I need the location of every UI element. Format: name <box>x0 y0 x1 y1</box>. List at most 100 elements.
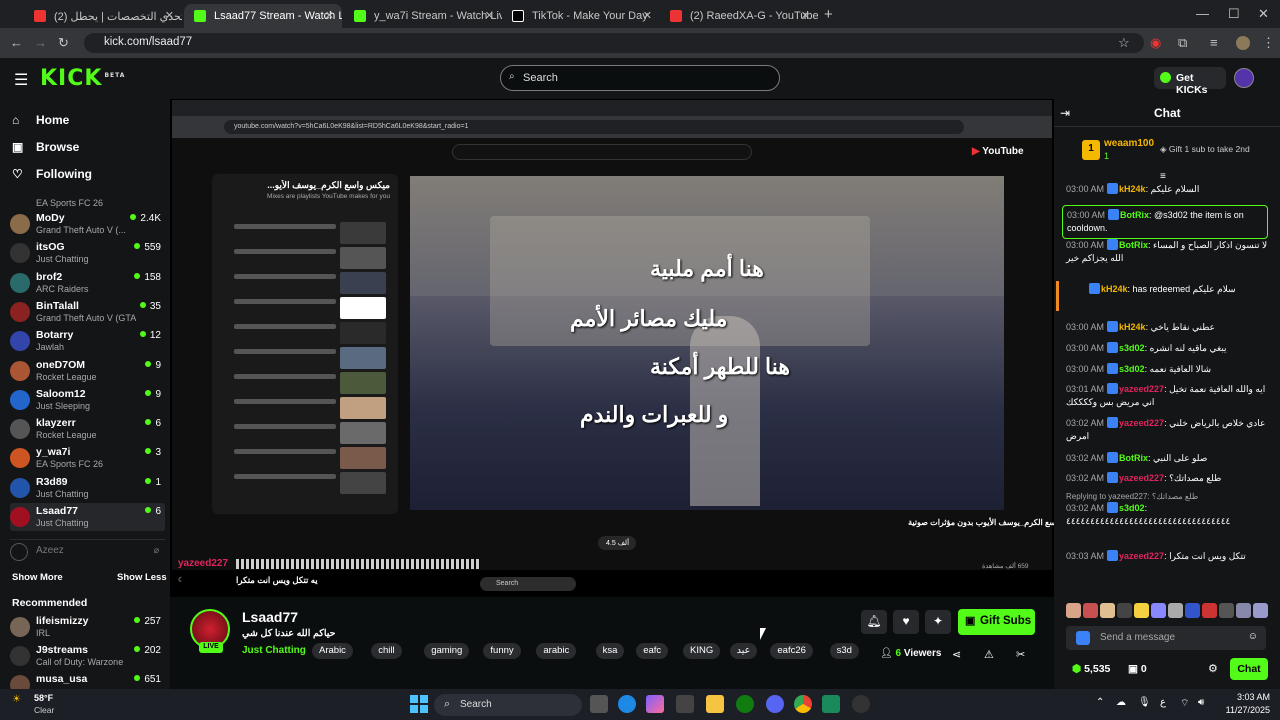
url-input[interactable]: kick.com/lsaad77 <box>84 33 1144 53</box>
hamburger-menu-icon[interactable]: ☰ <box>14 70 28 90</box>
chrome-icon[interactable] <box>794 695 812 713</box>
message-username[interactable]: kH24k <box>1119 322 1146 332</box>
maximize-icon[interactable]: ☐ <box>1228 6 1240 22</box>
share-icon[interactable]: ⋖ <box>952 648 961 661</box>
emote-icon[interactable] <box>1202 603 1217 618</box>
search-input[interactable]: ⌕ Search <box>500 65 780 91</box>
stream-tag[interactable]: عيد <box>729 643 758 659</box>
gift-subs-button[interactable]: ▣ Gift Subs <box>958 609 1035 635</box>
message-username[interactable]: yazeed227 <box>1119 473 1164 483</box>
more-actions-button[interactable]: ✦ <box>925 610 951 634</box>
sidebar-channel-brof2[interactable]: brof2 ARC Raiders 158 <box>10 269 165 297</box>
emote-icon[interactable] <box>1253 603 1268 618</box>
wifi-icon[interactable]: ⌔ <box>1180 697 1189 710</box>
emote-icon[interactable] <box>1117 603 1132 618</box>
settings-icon[interactable] <box>852 695 870 713</box>
user-avatar[interactable] <box>1234 68 1254 88</box>
forward-icon[interactable]: → <box>34 35 47 50</box>
bookmark-star-icon[interactable]: ☆ <box>1118 35 1130 51</box>
message-username[interactable]: BotRix <box>1120 210 1149 220</box>
message-username[interactable]: yazeed227 <box>1119 418 1164 428</box>
emote-icon[interactable] <box>1083 603 1098 618</box>
chat-input[interactable]: Send a message ☺ <box>1066 626 1266 650</box>
emote-icon[interactable] <box>1066 603 1081 618</box>
emote-icon[interactable] <box>1185 603 1200 618</box>
mic-icon[interactable]: 🎙︎ <box>1138 697 1151 708</box>
tray-chevron-icon[interactable]: ⌃ <box>1096 697 1104 708</box>
follow-button[interactable]: ♥ <box>893 610 919 634</box>
emote-icon[interactable] <box>1100 603 1115 618</box>
nav-following[interactable]: ♡ Following <box>12 167 92 181</box>
browser-tab-3[interactable]: y_wa7i Stream - Watch Live on✕ <box>344 4 502 28</box>
media-icon[interactable]: ≡ <box>1210 35 1218 50</box>
get-kicks-button[interactable]: Get KICKs <box>1154 67 1226 96</box>
volume-icon[interactable]: 🔊︎ <box>1198 697 1204 708</box>
minimize-icon[interactable]: — <box>1196 6 1209 21</box>
menu-dots-icon[interactable]: ⋮ <box>1262 35 1275 51</box>
close-icon[interactable]: ✕ <box>165 9 174 22</box>
stream-tag[interactable]: KING <box>683 643 721 659</box>
emote-icon[interactable] <box>1168 603 1183 618</box>
stream-tag[interactable]: funny <box>483 643 521 659</box>
channel-name[interactable]: Lsaad77 <box>242 609 298 625</box>
sidebar-channel-bintalall[interactable]: BinTalall Grand Theft Auto V (GTA) 35 <box>10 298 165 326</box>
message-username[interactable]: s3d02 <box>1119 343 1145 353</box>
store-icon[interactable] <box>676 695 694 713</box>
close-icon[interactable]: ✕ <box>801 9 810 22</box>
emote-icon[interactable] <box>1236 603 1251 618</box>
profile-avatar[interactable] <box>1236 36 1250 50</box>
sidebar-channel-itsog[interactable]: itsOG Just Chatting 559 <box>10 239 165 267</box>
new-tab-icon[interactable]: + <box>824 6 833 23</box>
close-icon[interactable]: ✕ <box>485 9 494 22</box>
message-username[interactable]: kH24k <box>1119 184 1146 194</box>
stream-tag[interactable]: s3d <box>829 643 859 659</box>
message-username[interactable]: kH24k <box>1101 284 1128 294</box>
puzzle-icon[interactable]: ⧉ <box>1178 35 1187 51</box>
stream-tag[interactable]: Arabic <box>312 643 353 659</box>
kick-logo[interactable]: KICK BETA <box>40 66 125 91</box>
nav-browse[interactable]: ▣ Browse <box>12 140 79 154</box>
recommended-channel-j9streams[interactable]: J9streams Call of Duty: Warzone 202 <box>10 642 165 670</box>
browser-tab-4[interactable]: TikTok - Make Your Day ✕ <box>502 4 660 28</box>
sidebar-channel-saloom12[interactable]: Saloom12 Just Sleeping 9 <box>10 386 165 414</box>
chat-send-button[interactable]: Chat <box>1230 658 1268 680</box>
report-icon[interactable]: ⚠ <box>984 648 994 661</box>
task-view-icon[interactable] <box>590 695 608 713</box>
copilot-icon[interactable] <box>646 695 664 713</box>
browser-tab-2[interactable]: Lsaad77 Stream - Watch Liv ✕ <box>184 4 342 28</box>
channel-points[interactable]: ⬢ 5,535 <box>1072 663 1110 675</box>
clip-icon[interactable]: ✂ <box>1016 648 1025 661</box>
windows-start-icon[interactable] <box>410 695 428 713</box>
sidebar-channel-botarry[interactable]: Botarry Jawlah 12 <box>10 327 165 355</box>
message-username[interactable]: s3d02 <box>1119 503 1145 513</box>
edge-icon[interactable] <box>618 695 636 713</box>
extension-icon[interactable]: ◉ <box>1150 35 1161 51</box>
message-username[interactable]: s3d02 <box>1119 364 1145 374</box>
emote-icon[interactable] <box>1151 603 1166 618</box>
stream-tag[interactable]: gaming <box>424 643 470 659</box>
cloud-icon[interactable]: ☁ <box>1116 697 1126 708</box>
show-less-button[interactable]: Show Less <box>117 572 167 583</box>
clock-time[interactable]: 3:03 AM <box>1222 692 1270 702</box>
sidebar-channel-klayzerr[interactable]: klayzerr Rocket League 6 <box>10 415 165 443</box>
sidebar-channel-r3d89[interactable]: R3d89 Just Chatting 1 <box>10 474 165 502</box>
nav-home[interactable]: ⌂ Home <box>12 113 69 127</box>
browser-tab-5[interactable]: (2) RaeedXA-G - YouTube ✕ <box>660 4 818 28</box>
back-icon[interactable]: ← <box>10 35 23 50</box>
weather-temp[interactable]: 58°F <box>34 693 53 703</box>
sidebar-channel-mody[interactable]: MoDy Grand Theft Auto V (... 2.4K <box>10 210 165 238</box>
message-username[interactable]: BotRix <box>1119 240 1148 250</box>
app-icon[interactable] <box>822 695 840 713</box>
collapse-chat-icon[interactable]: ⇥ <box>1060 106 1070 120</box>
reload-icon[interactable]: ↻ <box>58 35 69 51</box>
emoji-icon[interactable]: ☺ <box>1248 631 1258 642</box>
emote-icon[interactable] <box>1219 603 1234 618</box>
xbox-icon[interactable] <box>736 695 754 713</box>
show-more-button[interactable]: Show More <box>12 572 63 583</box>
stream-tag[interactable]: chill <box>371 643 402 659</box>
close-icon[interactable]: ✕ <box>643 9 652 22</box>
taskbar-search[interactable]: ⌕ Search <box>434 694 582 716</box>
stream-category[interactable]: Just Chatting <box>242 645 306 656</box>
file-explorer-icon[interactable] <box>706 695 724 713</box>
stream-tag[interactable]: eafc <box>636 643 669 659</box>
